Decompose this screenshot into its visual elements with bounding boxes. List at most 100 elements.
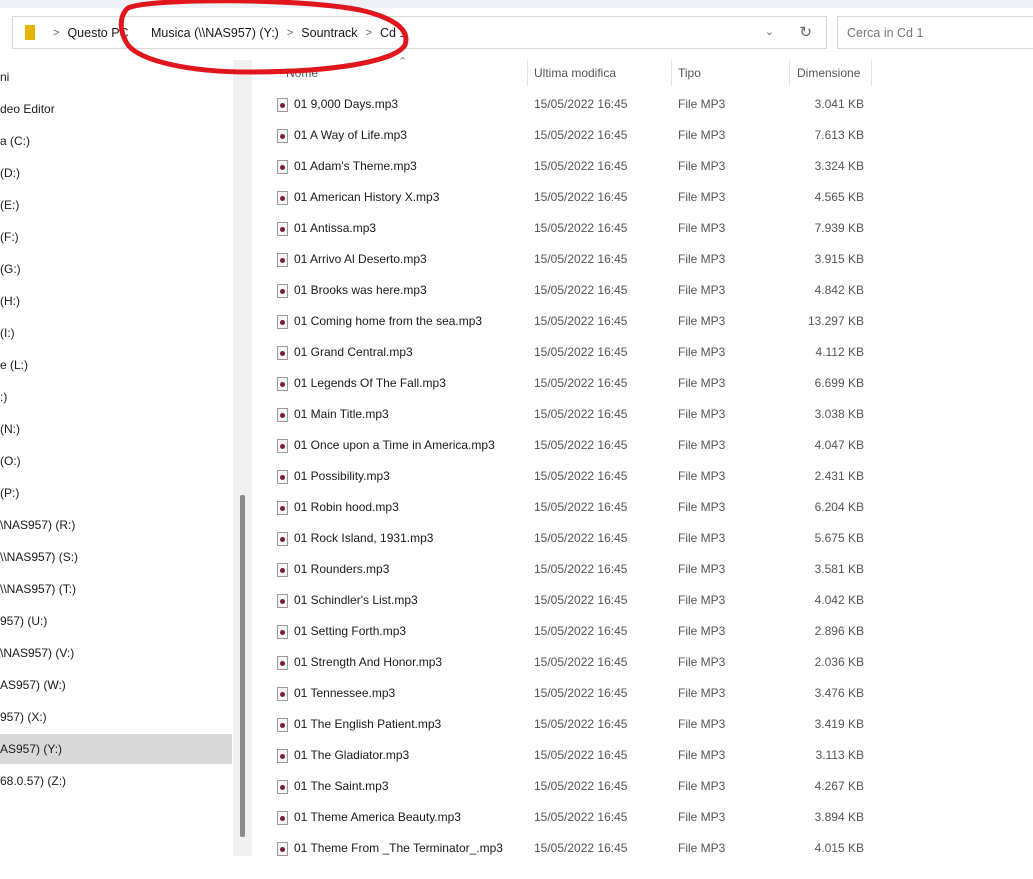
file-size: 5.675 KB [814,531,864,545]
file-modified: 15/05/2022 16:45 [534,97,628,111]
sidebar-item[interactable]: (P:) [0,478,232,508]
file-row[interactable]: 01 Once upon a Time in America.mp3 15/05… [270,430,870,461]
breadcrumb-cd1[interactable]: Cd 1 [380,26,406,40]
sidebar-item[interactable]: (N:) [0,414,232,444]
file-size: 4.267 KB [814,779,864,793]
file-type: File MP3 [678,500,726,514]
breadcrumb-questo-pc[interactable]: Questo PC [67,26,128,40]
file-type: File MP3 [678,531,726,545]
mp3-file-icon [277,98,288,112]
file-size: 3.894 KB [814,810,864,824]
file-row[interactable]: 01 Coming home from the sea.mp3 15/05/20… [270,306,870,337]
file-modified: 15/05/2022 16:45 [534,376,628,390]
sidebar-item[interactable]: (G:) [0,254,232,284]
file-row[interactable]: 01 Possibility.mp3 15/05/2022 16:45 File… [270,461,870,492]
sidebar-item[interactable]: AS957) (W:) [0,670,232,700]
file-row[interactable]: 01 American History X.mp3 15/05/2022 16:… [270,182,870,213]
mp3-file-icon [277,842,288,856]
file-type: File MP3 [678,748,726,762]
column-header-type[interactable]: Tipo [678,60,701,86]
navigation-pane: ni deo Editor a (C:) (D:) (E:) (F:) (G:) (H:) (I… [0,60,232,860]
file-modified: 15/05/2022 16:45 [534,438,628,452]
file-type: File MP3 [678,469,726,483]
file-name: 01 Brooks was here.mp3 [294,283,427,297]
sidebar-item[interactable]: e (L:) [0,350,232,380]
mp3-file-icon [277,625,288,639]
file-name: 01 American History X.mp3 [294,190,440,204]
file-name: 01 The Saint.mp3 [294,779,389,793]
sidebar-item[interactable]: 957) (U:) [0,606,232,636]
file-row[interactable]: 01 Rounders.mp3 15/05/2022 16:45 File MP… [270,554,870,585]
sidebar-item[interactable]: deo Editor [0,94,232,124]
column-header-size[interactable]: Dimensione [797,60,860,86]
sidebar-item[interactable]: \NAS957) (V:) [0,638,232,668]
file-row[interactable]: 01 Theme America Beauty.mp3 15/05/2022 1… [270,802,870,833]
column-divider[interactable] [527,60,528,86]
file-row[interactable]: 01 A Way of Life.mp3 15/05/2022 16:45 Fi… [270,120,870,151]
file-row[interactable]: 01 Strength And Honor.mp3 15/05/2022 16:… [270,647,870,678]
file-row[interactable]: 01 Schindler's List.mp3 15/05/2022 16:45… [270,585,870,616]
sidebar-item[interactable]: (O:) [0,446,232,476]
sidebar-item[interactable]: a (C:) [0,126,232,156]
file-row[interactable]: 01 Legends Of The Fall.mp3 15/05/2022 16… [270,368,870,399]
file-size: 4.565 KB [814,190,864,204]
file-row[interactable]: 01 Setting Forth.mp3 15/05/2022 16:45 Fi… [270,616,870,647]
file-row[interactable]: 01 Antissa.mp3 15/05/2022 16:45 File MP3… [270,213,870,244]
sidebar-item[interactable]: \\NAS957) (T:) [0,574,232,604]
sidebar-item[interactable]: (I:) [0,318,232,348]
file-row[interactable]: 01 The English Patient.mp3 15/05/2022 16… [270,709,870,740]
sidebar-item[interactable]: ni [0,62,232,92]
breadcrumb-musica[interactable]: Musica (\\NAS957) (Y:) [151,26,279,40]
search-input[interactable]: Cerca in Cd 1 [837,16,1033,49]
file-row[interactable]: 01 Theme From _The Terminator_.mp3 15/05… [270,833,870,864]
file-row[interactable]: 01 Robin hood.mp3 15/05/2022 16:45 File … [270,492,870,523]
mp3-file-icon [277,191,288,205]
sort-ascending-icon: ⌃ [398,56,408,68]
file-row[interactable]: 01 Arrivo Al Deserto.mp3 15/05/2022 16:4… [270,244,870,275]
sidebar-item[interactable]: (E:) [0,190,232,220]
column-header-name[interactable]: Nome [286,60,318,86]
file-type: File MP3 [678,655,726,669]
sidebar-item[interactable]: 68.0.57) (Z:) [0,766,232,796]
chevron-down-icon[interactable]: ⌄ [765,25,774,38]
file-name: 01 Setting Forth.mp3 [294,624,407,638]
sidebar-item[interactable]: 957) (X:) [0,702,232,732]
mp3-file-icon [277,563,288,577]
file-row[interactable]: 01 Main Title.mp3 15/05/2022 16:45 File … [270,399,870,430]
sidebar-item[interactable]: (F:) [0,222,232,252]
file-row[interactable]: 01 The Saint.mp3 15/05/2022 16:45 File M… [270,771,870,802]
sidebar-scrollbar-thumb[interactable] [240,495,245,837]
sidebar-item[interactable]: (H:) [0,286,232,316]
title-strip [0,0,1033,8]
address-bar[interactable]: > Questo PC > Musica (\\NAS957) (Y:) > S… [12,16,827,49]
column-header-modified[interactable]: Ultima modifica [534,60,616,86]
column-divider[interactable] [789,60,790,86]
file-type: File MP3 [678,686,726,700]
file-size: 3.038 KB [814,407,864,421]
file-type: File MP3 [678,624,726,638]
breadcrumb-sountrack[interactable]: Sountrack [301,26,357,40]
file-row[interactable]: 01 Grand Central.mp3 15/05/2022 16:45 Fi… [270,337,870,368]
file-modified: 15/05/2022 16:45 [534,159,628,173]
sidebar-item[interactable]: \\NAS957) (S:) [0,542,232,572]
file-row[interactable]: 01 Adam's Theme.mp3 15/05/2022 16:45 Fil… [270,151,870,182]
sidebar-item[interactable]: \NAS957) (R:) [0,510,232,540]
file-modified: 15/05/2022 16:45 [534,655,628,669]
sidebar-item[interactable]: AS957) (Y:) [0,734,232,764]
column-divider[interactable] [871,60,872,86]
file-size: 6.204 KB [814,500,864,514]
sidebar-item[interactable]: (D:) [0,158,232,188]
file-row[interactable]: 01 Rock Island, 1931.mp3 15/05/2022 16:4… [270,523,870,554]
file-row[interactable]: 01 The Gladiator.mp3 15/05/2022 16:45 Fi… [270,740,870,771]
file-row[interactable]: 01 Tennessee.mp3 15/05/2022 16:45 File M… [270,678,870,709]
file-size: 3.324 KB [814,159,864,173]
sidebar-item[interactable]: :) [0,382,232,412]
column-divider[interactable] [671,60,672,86]
file-name: 01 The Gladiator.mp3 [294,748,410,762]
mp3-file-icon [277,501,288,515]
file-modified: 15/05/2022 16:45 [534,593,628,607]
refresh-icon[interactable]: ↻ [799,23,812,41]
file-row[interactable]: 01 9,000 Days.mp3 15/05/2022 16:45 File … [270,89,870,120]
file-row[interactable]: 01 Brooks was here.mp3 15/05/2022 16:45 … [270,275,870,306]
file-name: 01 A Way of Life.mp3 [294,128,407,142]
